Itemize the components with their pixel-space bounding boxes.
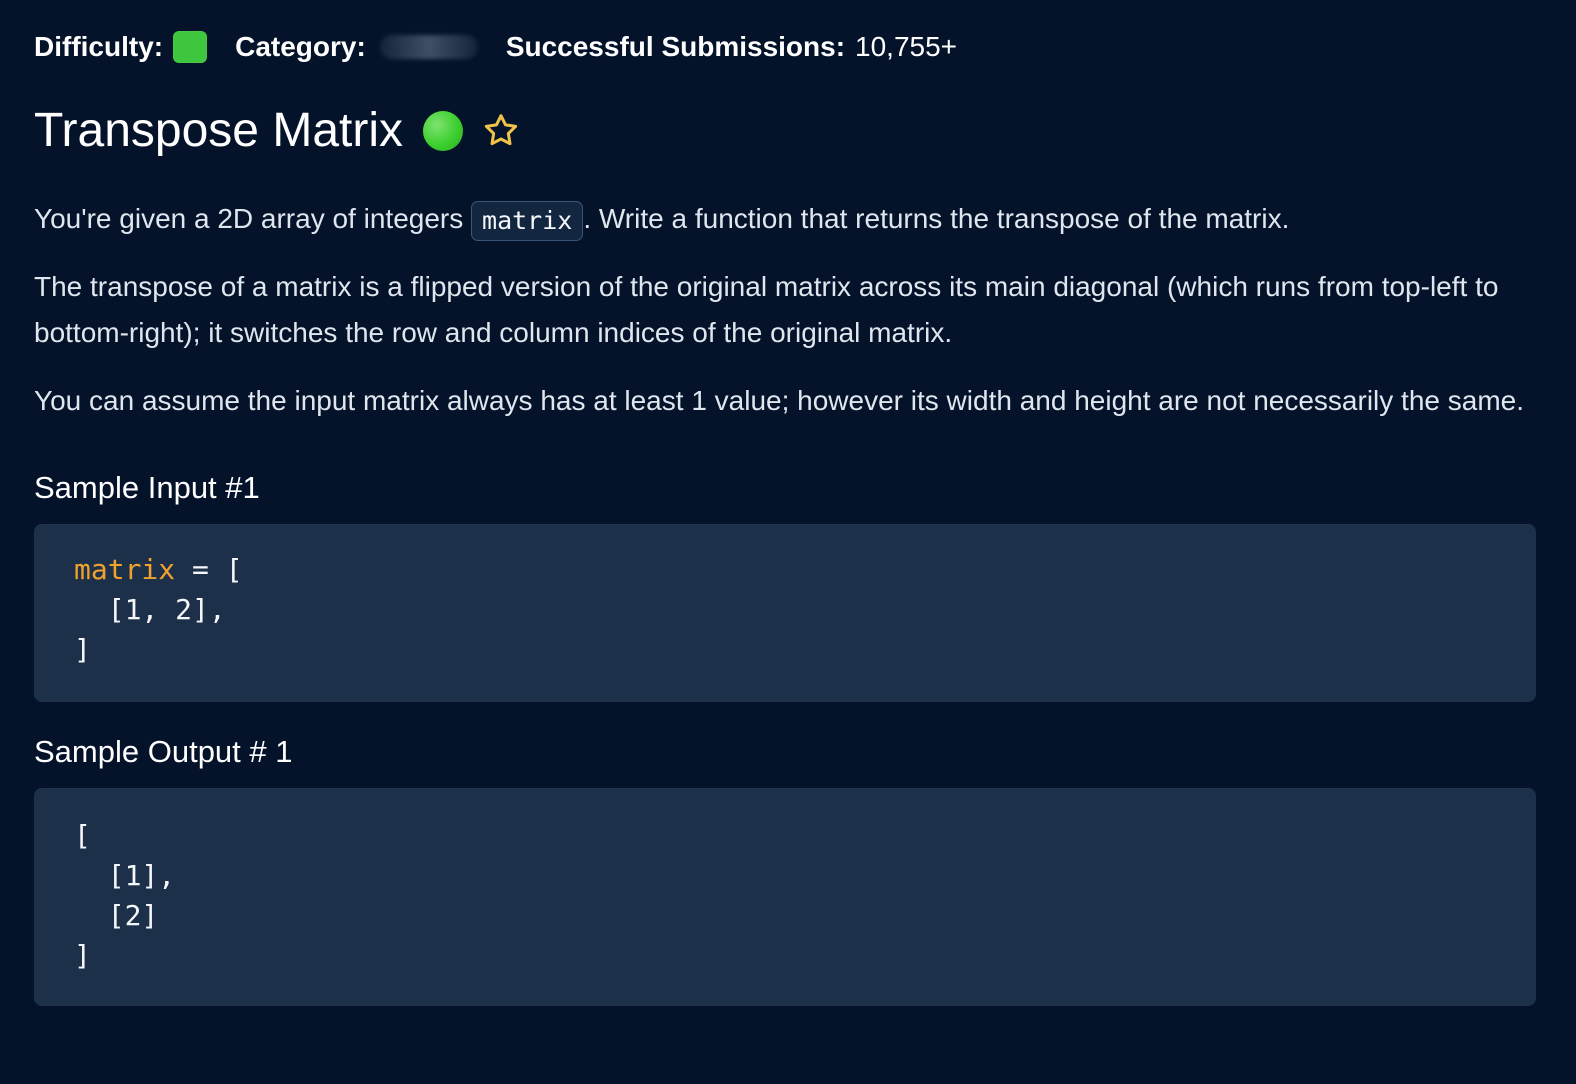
code-input-line-1-rest: = [: [175, 553, 243, 586]
description-paragraph-1: You're given a 2D array of integers matr…: [34, 196, 1524, 242]
submissions-meta: Successful Submissions: 10,755+: [506, 31, 957, 63]
category-hidden-badge: [379, 35, 478, 59]
difficulty-indicator-icon: [173, 31, 208, 63]
sample-input-heading: Sample Input #1: [34, 470, 260, 505]
problem-description: You're given a 2D array of integers matr…: [34, 196, 1524, 424]
sample-output-code-block: [ [1], [2] ]: [34, 788, 1536, 1006]
difficulty-label: Difficulty:: [34, 31, 164, 62]
code-var-matrix: matrix: [74, 553, 176, 586]
difficulty-meta: Difficulty:: [34, 31, 208, 63]
problem-page: Difficulty: Category: Successful Submiss…: [0, 0, 1576, 1084]
code-output-line-2: [1],: [74, 859, 176, 892]
submissions-count: 10,755+: [855, 31, 958, 62]
sample-input-code-block: matrix = [ [1, 2], ]: [34, 524, 1536, 702]
code-output-line-4: ]: [74, 939, 91, 972]
green-dot-icon: [423, 111, 463, 151]
description-p1-after: . Write a function that returns the tran…: [583, 203, 1290, 234]
star-icon[interactable]: [479, 109, 523, 153]
code-output-line-1: [: [74, 819, 91, 852]
code-input-line-2: [1, 2],: [74, 593, 226, 626]
inline-code-matrix: matrix: [471, 200, 584, 241]
description-p1-before: You're given a 2D array of integers: [34, 203, 472, 234]
page-title: Transpose Matrix: [34, 104, 403, 157]
sample-output-heading: Sample Output # 1: [34, 734, 293, 769]
description-paragraph-2: The transpose of a matrix is a flipped v…: [34, 271, 1499, 348]
title-row: Transpose Matrix: [34, 96, 1536, 166]
category-meta: Category:: [235, 31, 478, 63]
submissions-label: Successful Submissions:: [505, 31, 846, 62]
code-input-line-3: ]: [74, 633, 91, 666]
code-output-line-3: [2]: [74, 899, 159, 932]
description-paragraph-3: You can assume the input matrix always h…: [34, 385, 1525, 416]
category-label: Category:: [235, 31, 366, 62]
problem-meta-bar: Difficulty: Category: Successful Submiss…: [34, 0, 1536, 70]
